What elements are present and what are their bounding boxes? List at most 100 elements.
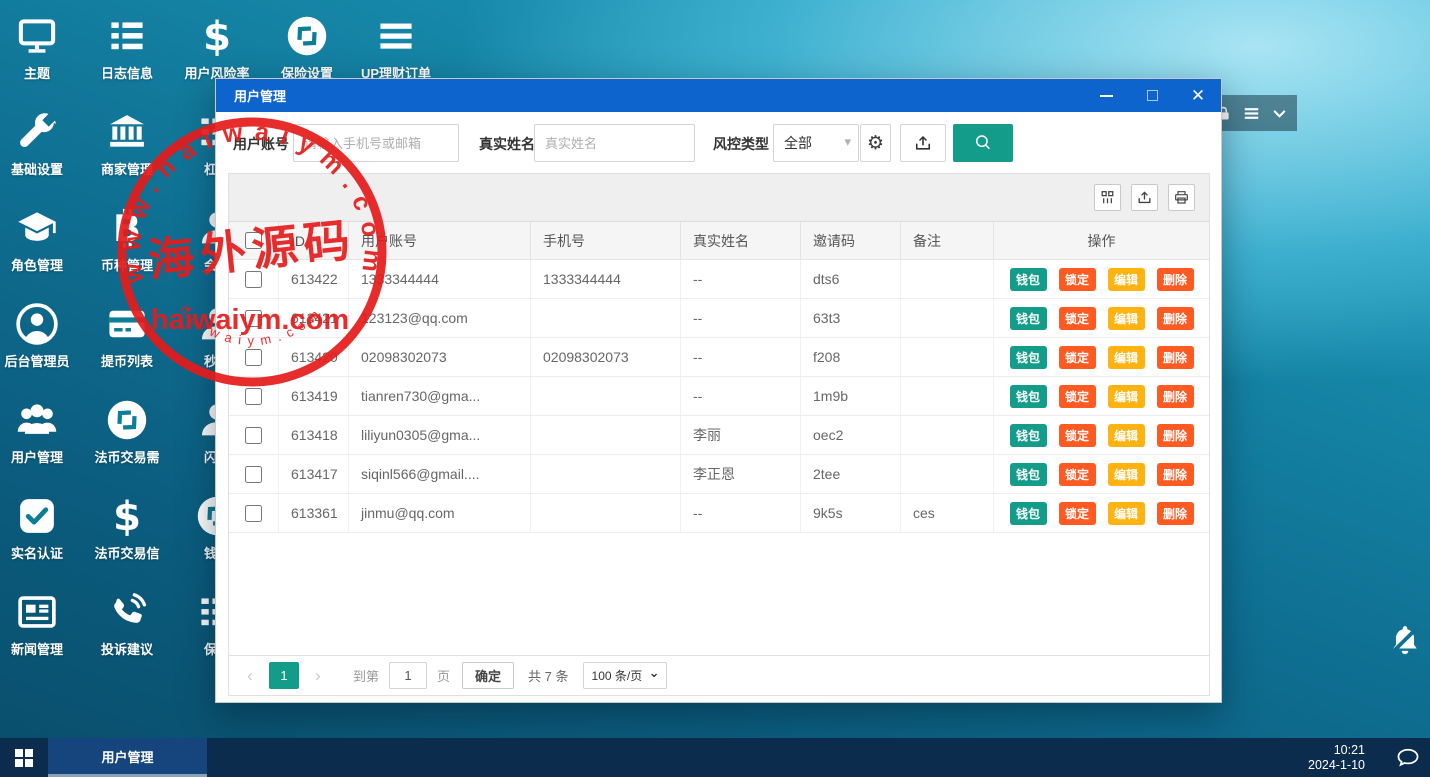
prev-page-icon[interactable]: ‹: [237, 666, 263, 686]
desktop-icon-bitcoin-9[interactable]: B币种管理: [81, 206, 173, 292]
delete-button[interactable]: 删除: [1157, 424, 1194, 447]
risk-type-select-wrap: 全部: [773, 124, 859, 162]
row-checkbox[interactable]: [245, 427, 262, 444]
desktop-icon-label: 日志信息: [81, 63, 173, 82]
admin-circle-icon: [15, 302, 59, 346]
row-checkbox[interactable]: [245, 310, 262, 327]
desktop-icon-phone-21[interactable]: 投诉建议: [81, 590, 173, 676]
delete-button[interactable]: 删除: [1157, 268, 1194, 291]
next-page-icon[interactable]: ›: [305, 666, 331, 686]
taskbar: 用户管理 10:21 2024-1-10: [0, 738, 1430, 777]
delete-button[interactable]: 删除: [1157, 307, 1194, 330]
lock-button[interactable]: 锁定: [1059, 307, 1096, 330]
row-checkbox[interactable]: [245, 271, 262, 288]
lock-button[interactable]: 锁定: [1059, 385, 1096, 408]
desktop-icon-check-square-17[interactable]: 实名认证: [0, 494, 83, 580]
wallet-button[interactable]: 钱包: [1010, 463, 1047, 486]
delete-button[interactable]: 删除: [1157, 502, 1194, 525]
close-button[interactable]: ✕: [1175, 79, 1221, 112]
svg-text:$: $: [203, 14, 231, 58]
start-button[interactable]: [0, 738, 48, 777]
minimize-button[interactable]: [1083, 79, 1129, 112]
select-all-checkbox[interactable]: [245, 232, 262, 249]
wallet-button[interactable]: 钱包: [1010, 268, 1047, 291]
account-input[interactable]: [293, 124, 459, 162]
edit-button[interactable]: 编辑: [1108, 463, 1145, 486]
bell-slash-icon[interactable]: [1386, 620, 1424, 662]
cell-invite: oec2: [801, 416, 901, 454]
cell-phone: [531, 377, 681, 415]
edit-button[interactable]: 编辑: [1108, 502, 1145, 525]
cell-invite: 63t3: [801, 299, 901, 337]
realname-input[interactable]: [534, 124, 695, 162]
delete-button[interactable]: 删除: [1157, 346, 1194, 369]
menu-icon: [374, 14, 418, 58]
desktop-icon-grad-cap-8[interactable]: 角色管理: [0, 206, 83, 292]
lock-button[interactable]: 锁定: [1059, 346, 1096, 369]
columns-button[interactable]: [1094, 184, 1121, 211]
header-account: 用户账号: [349, 222, 531, 259]
cell-realname: --: [681, 338, 801, 376]
chevron-down-icon: [1270, 104, 1289, 123]
table-row: 613421 123123@qq.com -- 63t3 钱包 锁定 编辑 删除: [229, 299, 1209, 338]
notifications-button[interactable]: [1395, 745, 1421, 771]
row-checkbox[interactable]: [245, 505, 262, 522]
desktop-mini-widget[interactable]: [1218, 95, 1297, 131]
row-checkbox[interactable]: [245, 466, 262, 483]
cell-invite: 9k5s: [801, 494, 901, 532]
edit-button[interactable]: 编辑: [1108, 385, 1145, 408]
desktop-icon-admin-circle-11[interactable]: 后台管理员: [0, 302, 83, 388]
desktop-icon-bank-6[interactable]: 商家管理: [81, 110, 173, 196]
desktop-icon-card-12[interactable]: 提币列表: [81, 302, 173, 388]
desktop-icon-logo-circle-15[interactable]: 法币交易需: [81, 398, 173, 484]
maximize-button[interactable]: [1129, 79, 1175, 112]
cell-realname: --: [681, 260, 801, 298]
export-grid-button[interactable]: [1131, 184, 1158, 211]
export-button[interactable]: [900, 124, 946, 162]
window-titlebar[interactable]: 用户管理 ✕: [216, 79, 1221, 112]
taskbar-item-user-management[interactable]: 用户管理: [48, 738, 207, 777]
settings-button[interactable]: ⚙: [860, 124, 891, 162]
row-checkbox[interactable]: [245, 388, 262, 405]
risk-type-select[interactable]: 全部: [774, 125, 858, 161]
search-button[interactable]: [953, 124, 1013, 162]
edit-button[interactable]: 编辑: [1108, 346, 1145, 369]
print-button[interactable]: [1168, 184, 1195, 211]
wallet-button[interactable]: 钱包: [1010, 385, 1047, 408]
delete-button[interactable]: 删除: [1157, 463, 1194, 486]
cell-realname: --: [681, 377, 801, 415]
cell-id: 613417: [279, 455, 349, 493]
desktop-icon-news-20[interactable]: 新闻管理: [0, 590, 83, 676]
row-checkbox[interactable]: [245, 349, 262, 366]
desktop-icon-list-1[interactable]: 日志信息: [81, 14, 173, 100]
wallet-button[interactable]: 钱包: [1010, 502, 1047, 525]
desktop-icon-monitor-0[interactable]: 主题: [0, 14, 83, 100]
desktop-icon-people-14[interactable]: 用户管理: [0, 398, 83, 484]
confirm-button[interactable]: 确定: [462, 662, 514, 689]
lock-button[interactable]: 锁定: [1059, 463, 1096, 486]
cell-phone: [531, 494, 681, 532]
edit-button[interactable]: 编辑: [1108, 268, 1145, 291]
table-row: 613422 1333344444 1333344444 -- dts6 钱包 …: [229, 260, 1209, 299]
wrench-icon: [15, 110, 59, 154]
goto-page-input[interactable]: [389, 662, 427, 689]
edit-button[interactable]: 编辑: [1108, 424, 1145, 447]
cell-invite: f208: [801, 338, 901, 376]
news-icon: [15, 590, 59, 634]
wallet-button[interactable]: 钱包: [1010, 424, 1047, 447]
wallet-button[interactable]: 钱包: [1010, 307, 1047, 330]
edit-button[interactable]: 编辑: [1108, 307, 1145, 330]
desktop-icon-dollar-18[interactable]: $法币交易信: [81, 494, 173, 580]
taskbar-clock[interactable]: 10:21 2024-1-10: [1308, 743, 1365, 773]
desktop-icon-label: 投诉建议: [81, 639, 173, 658]
wallet-button[interactable]: 钱包: [1010, 346, 1047, 369]
delete-button[interactable]: 删除: [1157, 385, 1194, 408]
lock-button[interactable]: 锁定: [1059, 268, 1096, 291]
lock-button[interactable]: 锁定: [1059, 424, 1096, 447]
cell-remark: ces: [901, 494, 994, 532]
page-size-select[interactable]: 100 条/页: [584, 663, 666, 688]
menu-icon: [1242, 104, 1261, 123]
current-page-button[interactable]: 1: [269, 662, 299, 689]
lock-button[interactable]: 锁定: [1059, 502, 1096, 525]
desktop-icon-wrench-5[interactable]: 基础设置: [0, 110, 83, 196]
